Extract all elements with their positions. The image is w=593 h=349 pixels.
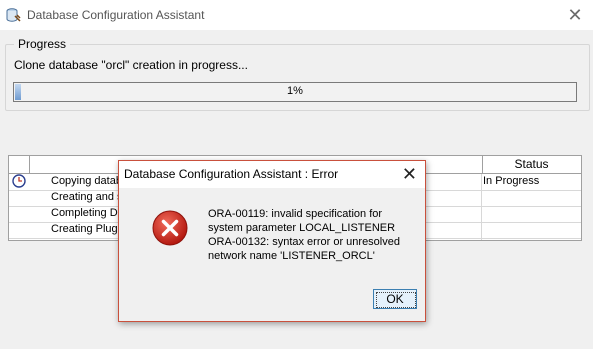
window-close-button[interactable]: ✕ [565,5,585,25]
error-message-line: network name 'LISTENER_ORCL' [208,250,375,262]
header-icon-column [9,156,30,173]
error-x-icon [152,210,188,246]
progress-bar: 1% [13,82,577,102]
row-step-label: Creating and s [51,191,123,203]
window-titlebar: Database Configuration Assistant ✕ [0,0,593,30]
row-step-label: Copying datab [51,175,122,187]
ok-focus-ring [376,292,416,308]
window-title: Database Configuration Assistant [27,8,205,22]
error-message-line: system parameter LOCAL_LISTENER [208,222,396,234]
error-dialog: Database Configuration Assistant : Error… [118,160,426,322]
row-status-label: In Progress [483,175,540,187]
ok-button[interactable]: OK [373,289,417,309]
clock-icon [12,174,26,188]
error-dialog-close-button[interactable]: ✕ [402,164,417,184]
error-message-line: ORA-00132: syntax error or unresolved [208,236,400,248]
error-dialog-titlebar: Database Configuration Assistant : Error… [119,161,425,188]
progress-message: Clone database "orcl" creation in progre… [14,58,248,72]
error-message-line: ORA-00119: invalid specification for [208,208,383,220]
header-status-column: Status [514,157,549,171]
row-step-label: Creating Plugg [51,223,124,235]
database-app-icon [6,8,21,22]
error-dialog-title: Database Configuration Assistant : Error [124,167,339,181]
progress-percent: 1% [287,85,303,97]
error-message: ORA-00119: invalid specification for sys… [208,207,418,263]
row-step-label: Completing Da [51,207,124,219]
progress-group-label: Progress [14,37,71,51]
